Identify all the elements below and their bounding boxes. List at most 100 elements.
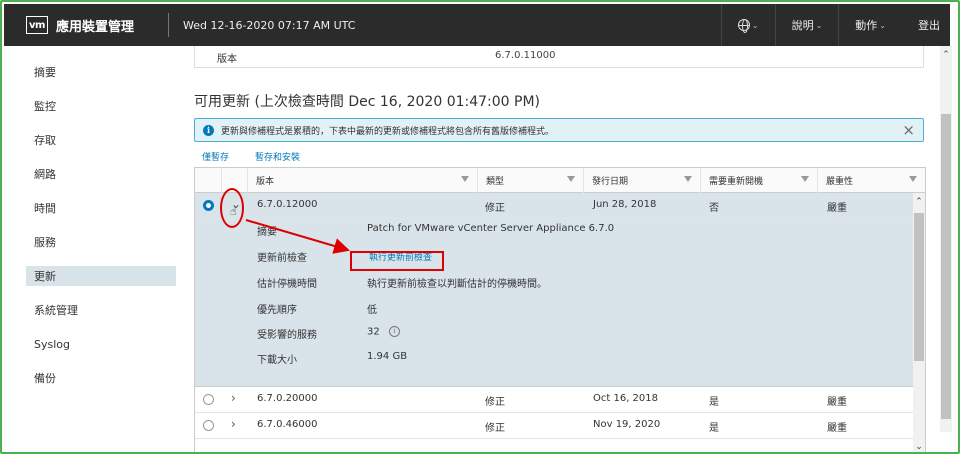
row-type: 修正 xyxy=(485,397,505,408)
info-icon: i xyxy=(203,124,214,136)
sidebar-item-services[interactable]: 服務 xyxy=(26,232,176,252)
row-reboot: 是 xyxy=(709,423,719,434)
detail-precheck-label: 更新前檢查 xyxy=(257,253,307,264)
detail-size-value: 1.94 GB xyxy=(367,351,408,362)
actions-menu[interactable]: 動作 ⌄ xyxy=(838,4,902,46)
help-menu[interactable]: 說明 ⌄ xyxy=(774,4,839,46)
filter-icon[interactable] xyxy=(461,176,469,182)
column-label: 嚴重性 xyxy=(826,177,854,187)
column-label: 需要重新開機 xyxy=(709,177,764,187)
grid-scrollbar-thumb[interactable] xyxy=(914,213,924,361)
chevron-up-icon[interactable]: ⌃ xyxy=(913,196,925,208)
row-reboot: 是 xyxy=(709,397,719,408)
sidebar-item-access[interactable]: 存取 xyxy=(26,130,176,150)
sidebar-item-networking[interactable]: 網路 xyxy=(26,164,176,184)
language-menu[interactable]: ⌄ xyxy=(720,4,775,46)
row-date: Oct 16, 2018 xyxy=(593,393,658,404)
detail-services-label: 受影響的服務 xyxy=(257,330,317,341)
row-reboot: 否 xyxy=(709,203,719,214)
page-title: 可用更新 (上次檢查時間 Dec 16, 2020 01:47:00 PM) xyxy=(194,94,541,110)
info-icon[interactable]: i xyxy=(388,326,400,337)
row-radio[interactable] xyxy=(203,420,214,431)
row-severity: 嚴重 xyxy=(827,203,847,214)
detail-priority-value: 低 xyxy=(367,305,377,316)
detail-summary-value: Patch for VMware vCenter Server Applianc… xyxy=(367,223,615,234)
table-row[interactable]: › 6.7.0.46000 修正 Nov 19, 2020 是 嚴重 xyxy=(195,413,913,439)
close-icon[interactable]: × xyxy=(902,121,915,139)
sidebar-item-update[interactable]: 更新 xyxy=(26,266,176,286)
row-severity: 嚴重 xyxy=(827,397,847,408)
row-radio[interactable] xyxy=(203,394,214,405)
chevron-down-icon[interactable]: ⌄ xyxy=(913,441,925,452)
chevron-up-icon[interactable]: ⌃ xyxy=(940,50,952,60)
detail-downtime-label: 估計停機時間 xyxy=(257,279,317,290)
grid-header-severity[interactable]: 嚴重性 xyxy=(817,168,925,193)
table-row[interactable]: ⌄ 6.7.0.12000 修正 Jun 28, 2018 否 嚴重 xyxy=(195,193,913,219)
chevron-down-icon: ⌄ xyxy=(751,20,759,30)
detail-priority-label: 優先順序 xyxy=(257,305,297,316)
toolbar: 僅暫存 暫存和安裝 xyxy=(202,150,300,163)
stage-install-button[interactable]: 暫存和安裝 xyxy=(255,150,300,163)
vmware-logo: vm xyxy=(26,16,48,34)
current-version-value: 6.7.0.11000 xyxy=(495,50,556,61)
filter-icon[interactable] xyxy=(684,176,692,182)
mouse-cursor-icon: ☝ xyxy=(230,205,237,218)
grid-header-reboot[interactable]: 需要重新開機 xyxy=(700,168,817,193)
app-title: 應用裝置管理 xyxy=(56,19,135,35)
current-version-label: 版本 xyxy=(217,54,237,65)
row-date: Nov 19, 2020 xyxy=(593,419,661,430)
sidebar-item-monitor[interactable]: 監控 xyxy=(26,96,176,116)
window-frame: vm 應用裝置管理 Wed 12-16-2020 07:17 AM UTC ⌄ … xyxy=(0,0,960,454)
main-content: 版本 6.7.0.11000 可用更新 (上次檢查時間 Dec 16, 2020… xyxy=(176,46,950,452)
filter-icon[interactable] xyxy=(567,176,575,182)
stage-only-button[interactable]: 僅暫存 xyxy=(202,150,229,163)
filter-icon[interactable] xyxy=(909,176,917,182)
help-menu-label: 說明 xyxy=(791,19,814,32)
current-version-table: 版本 6.7.0.11000 xyxy=(194,46,924,68)
chevron-right-icon[interactable]: › xyxy=(231,391,236,405)
sidebar-item-administration[interactable]: 系統管理 xyxy=(26,300,176,320)
row-version: 6.7.0.12000 xyxy=(257,199,318,210)
sidebar-item-time[interactable]: 時間 xyxy=(26,198,176,218)
globe-icon xyxy=(737,19,750,33)
header-datetime: Wed 12-16-2020 07:17 AM UTC xyxy=(183,18,356,32)
grid-header-version[interactable]: 版本 xyxy=(247,168,477,193)
detail-services: 32 i xyxy=(367,326,400,338)
annotation-box xyxy=(350,251,444,271)
grid-header: 版本 類型 發行日期 需要重新開機 嚴重性 xyxy=(195,168,925,193)
header-menu: ⌄ 說明 ⌄ 動作 ⌄ 登出 xyxy=(720,4,950,46)
sidebar-item-summary[interactable]: 摘要 xyxy=(26,62,176,82)
logout-button[interactable]: 登出 xyxy=(902,4,950,46)
row-version: 6.7.0.46000 xyxy=(257,419,318,430)
column-label: 發行日期 xyxy=(592,177,629,187)
row-type: 修正 xyxy=(485,423,505,434)
detail-summary-label: 摘要 xyxy=(257,227,277,238)
filter-icon[interactable] xyxy=(801,176,809,182)
info-alert-text: 更新與修補程式是累積的，下表中最新的更新或修補程式將包含所有舊版修補程式。 xyxy=(221,126,555,137)
detail-services-value: 32 xyxy=(367,326,380,338)
table-row[interactable]: › 6.7.0.20000 修正 Oct 16, 2018 是 嚴重 xyxy=(195,387,913,413)
page-scrollbar-thumb[interactable] xyxy=(941,114,951,419)
column-label: 版本 xyxy=(256,177,275,187)
grid-scrollbar[interactable]: ⌃ ⌄ xyxy=(913,193,925,452)
page-scrollbar[interactable]: ⌃ xyxy=(940,46,952,432)
row-version: 6.7.0.20000 xyxy=(257,393,318,404)
row-date: Jun 28, 2018 xyxy=(593,199,657,210)
chevron-down-icon: ⌄ xyxy=(815,20,823,30)
row-severity: 嚴重 xyxy=(827,423,847,434)
chevron-down-icon: ⌄ xyxy=(879,20,886,30)
sidebar-item-syslog[interactable]: Syslog xyxy=(26,334,176,354)
grid-header-type[interactable]: 類型 xyxy=(477,168,583,193)
row-type: 修正 xyxy=(485,203,505,214)
grid-header-release-date[interactable]: 發行日期 xyxy=(583,168,700,193)
actions-menu-label: 動作 xyxy=(855,19,878,32)
updates-grid: 版本 類型 發行日期 需要重新開機 嚴重性 ⌄ 6.7.0.12000 修正 J… xyxy=(194,167,926,452)
row-radio[interactable] xyxy=(203,200,214,211)
chevron-right-icon[interactable]: › xyxy=(231,417,236,431)
row-detail-panel: 摘要 Patch for VMware vCenter Server Appli… xyxy=(195,219,913,387)
column-label: 類型 xyxy=(486,177,505,187)
sidebar-item-backup[interactable]: 備份 xyxy=(26,368,176,388)
detail-downtime-value: 執行更新前檢查以判斷估計的停機時間。 xyxy=(367,279,547,290)
grid-header-select xyxy=(195,168,221,193)
app-header: vm 應用裝置管理 Wed 12-16-2020 07:17 AM UTC ⌄ … xyxy=(4,4,950,46)
